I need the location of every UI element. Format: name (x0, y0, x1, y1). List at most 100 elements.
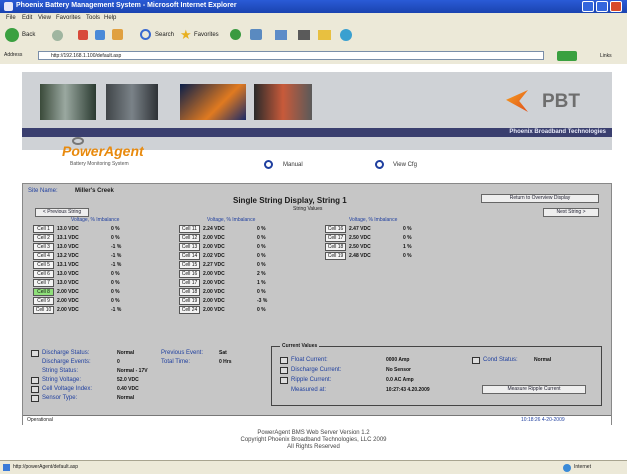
stop-icon[interactable] (78, 30, 88, 40)
menu-favorites[interactable]: Favorites (56, 15, 81, 21)
menu-tools[interactable]: Tools (86, 15, 100, 21)
cell-imbalance: 0 % (403, 253, 412, 259)
folder-icon[interactable] (318, 30, 331, 40)
menu-help[interactable]: Help (104, 15, 116, 21)
cell-voltage: 13.0 VDC (57, 280, 79, 286)
back-icon[interactable] (5, 28, 19, 42)
forward-icon[interactable] (52, 30, 63, 41)
close-button[interactable] (610, 1, 622, 12)
discharge-current-value: No Sensor (386, 367, 412, 373)
cell-imbalance: 0 % (257, 262, 266, 268)
discharge-status-value: Normal (117, 350, 135, 356)
cell-button[interactable]: Cell 1 (33, 225, 54, 233)
tower-photo (40, 84, 96, 120)
cell-voltage: 13.2 VDC (57, 253, 79, 259)
home-icon[interactable] (112, 29, 123, 40)
cell-voltage: 13.1 VDC (57, 235, 79, 241)
cell-imbalance: 0 % (257, 253, 266, 259)
cell-imbalance: -1 % (111, 244, 122, 250)
menu-view[interactable]: View (38, 15, 51, 21)
cell-button[interactable]: Cell 19 (179, 297, 200, 305)
return-overview-button[interactable]: Return to Overview Display (481, 194, 599, 203)
ripple-current-select[interactable] (280, 377, 288, 384)
cell-button[interactable]: Cell 16 (325, 225, 346, 233)
print-icon[interactable] (298, 30, 310, 40)
go-icon[interactable] (557, 51, 577, 61)
cell-button[interactable]: Cell 10 (33, 306, 54, 314)
discharge-status-label: Discharge Status: (42, 350, 90, 356)
refresh-icon[interactable] (95, 30, 105, 40)
messenger-icon[interactable] (340, 29, 352, 41)
search-label[interactable]: Search (155, 32, 174, 38)
cell-button[interactable]: Cell 4 (33, 252, 54, 260)
status-select-1[interactable] (31, 350, 39, 357)
manual-link[interactable]: Manual (283, 162, 303, 168)
site-label: Site Name: (28, 188, 58, 194)
cell-voltage: 2.02 VDC (203, 253, 225, 259)
previous-string-button[interactable]: < Previous String (35, 208, 89, 217)
measure-ripple-current-button[interactable]: Measure Ripple Current (482, 385, 586, 394)
cell-button[interactable]: Cell 6 (33, 270, 54, 278)
status-select-3[interactable] (31, 386, 39, 393)
cell-imbalance: 1 % (257, 280, 266, 286)
cell-voltage: 13.1 VDC (57, 262, 79, 268)
minimize-button[interactable] (582, 1, 594, 12)
cell-button[interactable]: Cell 16 (179, 270, 200, 278)
menu-edit[interactable]: Edit (22, 15, 32, 21)
cell-button[interactable]: Cell 12 (179, 234, 200, 242)
cell-voltage: 2.24 VDC (203, 226, 225, 232)
cell-button[interactable]: Cell 7 (33, 279, 54, 287)
view-cfg-icon[interactable] (375, 160, 384, 169)
cell-button[interactable]: Cell 14 (179, 252, 200, 260)
measured-at-value: 10:27:43 4.20.2009 (386, 387, 430, 393)
cell-button[interactable]: Cell 15 (179, 261, 200, 269)
cell-imbalance: 0 % (111, 280, 120, 286)
cond-status-label: Cond Status: (483, 357, 518, 363)
measured-at-label: Measured at: (291, 387, 327, 393)
app-name: PowerAgent (62, 143, 144, 159)
cond-status-select[interactable] (472, 357, 480, 364)
sensor-type-value: Normal (117, 395, 135, 401)
cell-button[interactable]: Cell 9 (33, 297, 54, 305)
cell-button[interactable]: Cell 19 (325, 252, 346, 260)
cell-button[interactable]: Cell 18 (179, 288, 200, 296)
cell-button[interactable]: Cell 17 (325, 234, 346, 242)
cell-imbalance: 0 % (403, 226, 412, 232)
cell-button[interactable]: Cell 5 (33, 261, 54, 269)
cell-button[interactable]: Cell 17 (179, 279, 200, 287)
address-input[interactable]: http://192.168.1.100/default.asp (38, 51, 544, 60)
cell-voltage: 2.00 VDC (203, 244, 225, 250)
panel-status-text: Operational (27, 417, 53, 423)
history-icon[interactable] (250, 29, 262, 40)
search-icon[interactable] (140, 29, 151, 40)
discharge-current-select[interactable] (280, 367, 288, 374)
status-select-2[interactable] (31, 377, 39, 384)
cell-button[interactable]: Cell 18 (325, 243, 346, 251)
browser-toolbar: Back Search ★ Favorites (0, 24, 627, 49)
address-bar: Address http://192.168.1.100/default.asp… (0, 48, 627, 65)
cell-button[interactable]: Cell 13 (179, 243, 200, 251)
cell-button[interactable]: Cell 8 (33, 288, 54, 296)
cell-button[interactable]: Cell 11 (179, 225, 200, 233)
string-display-panel: Site Name: Miller's Creek Single String … (22, 183, 612, 425)
view-cfg-link[interactable]: View Cfg (393, 162, 417, 168)
cell-button[interactable]: Cell 24 (179, 306, 200, 314)
cell-button[interactable]: Cell 2 (33, 234, 54, 242)
float-current-select[interactable] (280, 357, 288, 364)
server-rack-photo (106, 84, 158, 120)
favorites-icon[interactable]: ★ (180, 27, 192, 43)
next-string-button[interactable]: Next String > (543, 208, 599, 217)
total-time-value: 0 Hrs (219, 359, 232, 365)
favorites-label[interactable]: Favorites (194, 32, 219, 38)
media-icon[interactable] (230, 29, 241, 40)
menu-file[interactable]: File (6, 15, 16, 21)
maximize-button[interactable] (596, 1, 608, 12)
cell-button[interactable]: Cell 3 (33, 243, 54, 251)
mail-icon[interactable] (275, 30, 287, 40)
cell-imbalance: -3 % (257, 298, 268, 304)
manual-icon[interactable] (264, 160, 273, 169)
panel-status-time: 10:18:26 4-20-2009 (521, 417, 565, 423)
status-select-4[interactable] (31, 395, 39, 402)
links-label[interactable]: Links (600, 53, 612, 59)
discharge-events-value: 0 (117, 359, 120, 365)
